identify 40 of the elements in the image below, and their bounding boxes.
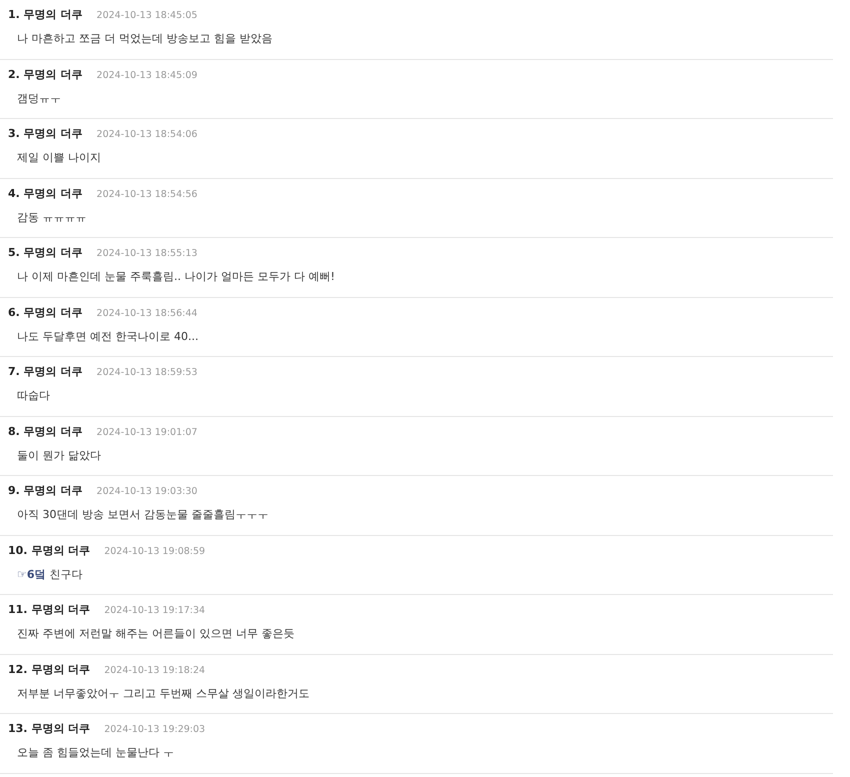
comment-author: 12. 무명의 더쿠 [8,662,90,676]
comment-text: 둘이 뭔가 닮았다 [17,448,101,462]
comment-text: 갬덩ㅠㅜ [17,90,61,106]
comment-text: 나 마흔하고 쪼금 더 먹었는데 방송보고 힘을 받았음 [17,31,272,46]
comment-time: 2024-10-13 18:56:44 [96,308,198,318]
comment-time: 2024-10-13 18:45:05 [96,10,198,21]
comment-text: 저부분 너무좋았어ㅜ 그리고 두번째 스무살 생일이라한거도 [17,686,310,700]
comment-author: 8. 무명의 더쿠 [8,424,83,438]
comment-time: 2024-10-13 19:18:24 [104,664,206,676]
comment-author: 11. 무명의 더쿠 [8,602,90,617]
comment-time: 2024-10-13 18:45:09 [96,70,198,80]
comment-author: 3. 무명의 더쿠 [8,126,83,141]
comment-time: 2024-10-13 19:03:30 [96,486,198,497]
comment-time: 2024-10-13 19:17:34 [104,605,206,616]
comment-text: 감동 ㅠㅠㅠㅠ [17,210,86,224]
comment-time: 2024-10-13 18:59:53 [96,367,198,378]
comment-text: 아직 30댄데 방송 보면서 감동눈물 줄줄흘림ㅜㅜㅜ [17,507,268,522]
comment-text: 진짜 주변에 저런말 해주는 어른들이 있으면 너무 좋은듯 [17,626,294,641]
comment-text: 친구다 [50,566,83,582]
comment-time: 2024-10-13 19:08:59 [104,546,206,556]
comment-time: 2024-10-13 18:55:13 [96,248,198,259]
reply-link[interactable]: ☞6덬 [17,566,46,582]
comment-text: 나 이제 마흔인데 눈물 주룩흘림.. 나이가 얼마든 모두가 다 예뻐! [17,269,335,284]
comment-time: 2024-10-13 19:01:07 [96,426,198,438]
comment-text: 따숩다 [17,388,50,403]
comment-author: 9. 무명의 더쿠 [8,483,83,498]
comment-time: 2024-10-13 18:54:06 [96,129,198,140]
comment-author: 13. 무명의 더쿠 [8,721,90,736]
comment-author: 1. 무명의 더쿠 [8,7,83,22]
comment-text: 나도 두달후면 예전 한국나이로 40... [17,328,198,344]
comment-author: 4. 무명의 더쿠 [8,186,83,200]
comment-author: 10. 무명의 더쿠 [8,542,90,558]
comment-text: 제일 이쁠 나이지 [17,150,101,165]
comment-author: 5. 무명의 더쿠 [8,245,83,260]
comment-author: 2. 무명의 더쿠 [8,66,83,82]
comment-text: 오늘 좀 힘들었는데 눈물난다 ㅜ [17,745,174,760]
comment-author: 6. 무명의 더쿠 [8,304,83,320]
comment-time: 2024-10-13 18:54:56 [96,188,198,200]
comment-time: 2024-10-13 19:29:03 [104,724,206,735]
comment-author: 7. 무명의 더쿠 [8,364,83,379]
